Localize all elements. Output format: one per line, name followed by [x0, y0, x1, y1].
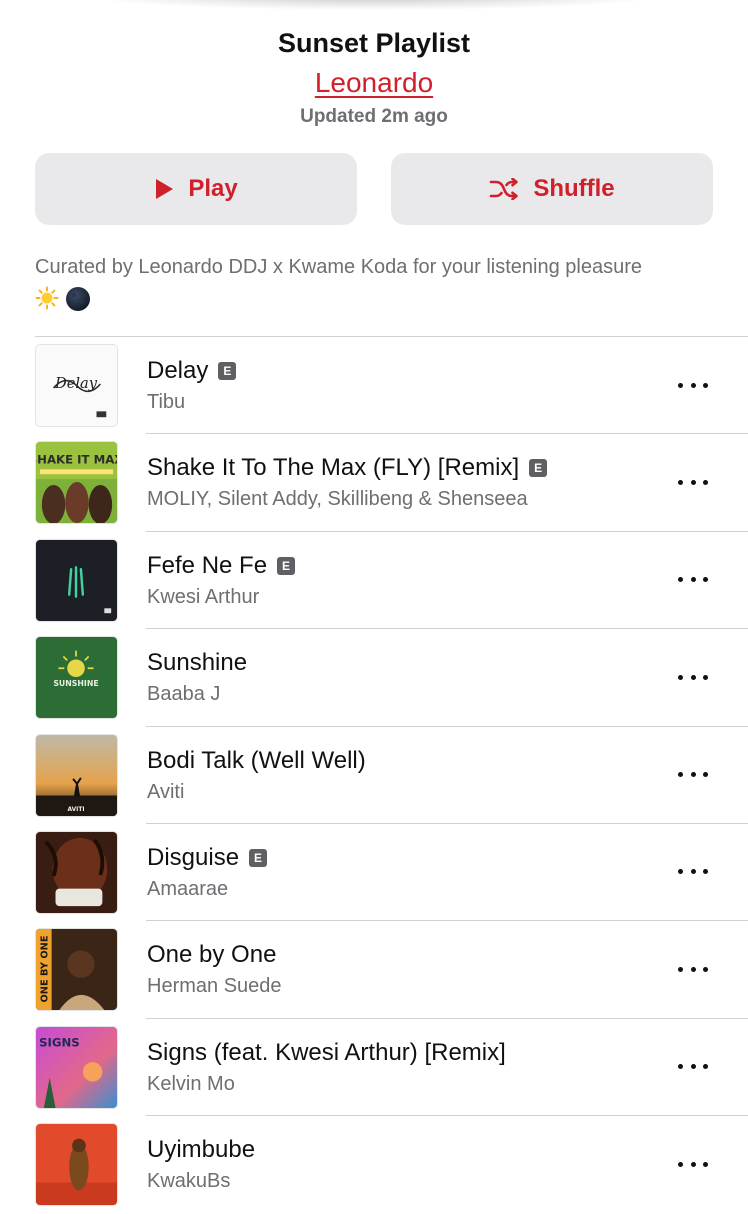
- curator-link[interactable]: Leonardo: [0, 67, 748, 99]
- track-artist: Herman Suede: [147, 975, 282, 998]
- track-row[interactable]: SIGNS Signs (feat. Kwesi Arthur) [Remix]…: [0, 1019, 748, 1117]
- more-options-button[interactable]: [678, 864, 708, 880]
- track-row[interactable]: SUNSHINE Sunshine Baaba J: [0, 629, 748, 727]
- ellipsis-icon: [678, 772, 683, 778]
- album-art-text: SIGNS: [39, 1035, 80, 1049]
- album-art-text: SHAKE IT MAX: [36, 453, 117, 467]
- track-artist: Aviti: [147, 780, 185, 803]
- play-icon: [154, 178, 174, 200]
- moon-emoji-icon: [65, 286, 91, 321]
- track-title: Bodi Talk (Well Well): [147, 746, 366, 774]
- description-text: Curated by Leonardo DDJ x Kwame Koda for…: [35, 256, 642, 278]
- track-title: One by One: [147, 941, 277, 969]
- track-row[interactable]: Fefe Ne Fe E Kwesi Arthur: [0, 532, 748, 630]
- track-list: Delay Delay E Tibu SHAKE IT MAX Shake It …: [0, 337, 748, 1214]
- track-artist: MOLIY, Silent Addy, Skillibeng & Shensee…: [147, 488, 528, 511]
- explicit-badge: E: [249, 848, 268, 867]
- ellipsis-icon: [678, 869, 683, 875]
- track-row[interactable]: ONE BY ONE One by One Herman Suede: [0, 921, 748, 1019]
- ellipsis-icon: [678, 674, 683, 680]
- track-artist: Amaarae: [147, 877, 229, 900]
- track-title: Uyimbube: [147, 1136, 256, 1164]
- track-title: Shake It To The Max (FLY) [Remix]: [147, 454, 520, 482]
- album-art: SHAKE IT MAX: [35, 441, 118, 525]
- ellipsis-icon: [678, 577, 683, 583]
- more-options-button[interactable]: [678, 1156, 708, 1172]
- play-button[interactable]: Play: [35, 153, 357, 225]
- track-row[interactable]: AVITI Bodi Talk (Well Well) Aviti: [0, 727, 748, 824]
- album-art-text: SUNSHINE: [53, 679, 98, 688]
- ellipsis-icon: [678, 966, 683, 972]
- more-options-button[interactable]: [678, 572, 708, 588]
- album-art: SIGNS: [35, 1025, 118, 1109]
- track-artist: Kwesi Arthur: [147, 585, 260, 608]
- track-artist: Baaba J: [147, 683, 221, 706]
- album-art-text: ONE BY ONE: [40, 936, 51, 1003]
- track-title: Sunshine: [147, 649, 248, 677]
- more-options-button[interactable]: [678, 474, 708, 490]
- explicit-badge: E: [529, 459, 548, 478]
- album-art: SUNSHINE: [35, 636, 118, 720]
- album-art: [35, 830, 118, 914]
- track-title: Fefe Ne Fe: [147, 551, 268, 579]
- play-label: Play: [188, 175, 238, 202]
- top-sheet-shadow: [90, 0, 658, 10]
- explicit-badge: E: [277, 556, 296, 575]
- ellipsis-icon: [678, 382, 683, 388]
- track-artist: Tibu: [147, 391, 186, 413]
- track-row[interactable]: Uyimbube KwakuBs: [0, 1116, 748, 1213]
- ellipsis-icon: [678, 479, 683, 485]
- track-artist: KwakuBs: [147, 1170, 231, 1193]
- track-artist: Kelvin Mo: [147, 1072, 235, 1095]
- more-options-button[interactable]: [678, 767, 708, 783]
- ellipsis-icon: [678, 1161, 683, 1167]
- more-options-button[interactable]: [678, 669, 708, 685]
- explicit-badge: E: [218, 362, 237, 380]
- track-row[interactable]: Delay Delay E Tibu: [0, 337, 748, 435]
- sun-emoji-icon: [35, 286, 59, 321]
- track-title: Disguise: [147, 843, 240, 871]
- album-art: ONE BY ONE: [35, 928, 118, 1012]
- track-title: Delay: [147, 357, 209, 384]
- more-options-button[interactable]: [678, 1059, 708, 1075]
- playlist-description: Curated by Leonardo DDJ x Kwame Koda for…: [35, 252, 735, 321]
- track-row[interactable]: Disguise E Amaarae: [0, 824, 748, 922]
- shuffle-label: Shuffle: [533, 175, 615, 202]
- updated-label: Updated 2m ago: [300, 106, 448, 127]
- album-art: [35, 538, 118, 622]
- album-art-text: AVITI: [68, 807, 85, 813]
- album-art-text: Delay: [54, 375, 98, 392]
- album-art: Delay: [35, 344, 118, 427]
- shuffle-icon: [489, 178, 519, 200]
- album-art: [35, 1123, 118, 1207]
- track-row[interactable]: SHAKE IT MAX Shake It To The Max (FLY) […: [0, 434, 748, 532]
- ellipsis-icon: [678, 1064, 683, 1070]
- track-title: Signs (feat. Kwesi Arthur) [Remix]: [147, 1038, 506, 1066]
- more-options-button[interactable]: [678, 377, 708, 393]
- shuffle-button[interactable]: Shuffle: [391, 153, 713, 225]
- more-options-button[interactable]: [678, 961, 708, 977]
- playlist-title: Sunset Playlist: [277, 28, 471, 58]
- album-art: AVITI: [35, 733, 118, 817]
